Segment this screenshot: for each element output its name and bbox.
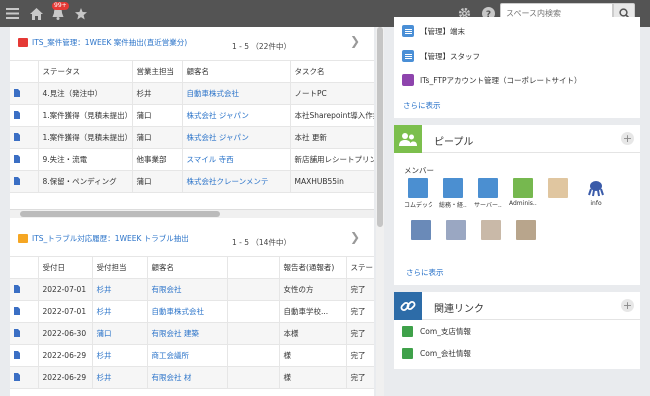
home-icon[interactable] — [26, 0, 46, 27]
table-row: 2022-06-29 杉井 有限会社 材 様 完了 — [10, 366, 374, 389]
app-item[interactable]: ITs_FTPアカウント管理（コーポレートサイト） — [402, 74, 582, 86]
table-header-row: ステータス 営業主担当 顧客名 タスク名 — [10, 60, 374, 83]
link-item-icon — [402, 326, 413, 337]
column-header[interactable]: 顧客名 — [182, 60, 291, 83]
links-title: 関連リンク — [434, 304, 484, 315]
main-content: ITS_案件管理：1WEEK 案件抽出(直近営業分) 1 - 5 （22件中） … — [10, 27, 374, 396]
app-icon — [402, 74, 414, 86]
avatar — [408, 178, 428, 198]
member[interactable] — [544, 178, 572, 200]
trouble-list-pager: 1 - 5 （14件中） — [232, 238, 291, 247]
people-header: ピープル + — [394, 125, 640, 153]
column-header[interactable]: 受付日 — [38, 256, 93, 279]
table-row: 9.失注・流電 他事業部 スマイル 寺西 新店舗用レシートプリンタ — [10, 148, 374, 171]
link-icon — [394, 292, 422, 320]
apps-panel: 【管理】端末 【管理】スタッフ ITs_FTPアカウント管理（コーポレートサイト… — [394, 17, 640, 118]
table-header-row: 受付日 受付担当 顧客名 報告者(通報者) ステー — [10, 256, 374, 279]
document-icon[interactable] — [14, 132, 20, 141]
vertical-scrollbar[interactable] — [376, 27, 384, 396]
app-icon — [18, 38, 28, 47]
show-more-link[interactable]: さらに表示 — [403, 100, 441, 111]
member[interactable]: コムデック — [404, 178, 432, 209]
member[interactable] — [442, 220, 470, 240]
document-icon[interactable] — [14, 372, 20, 381]
app-item[interactable]: 【管理】スタッフ — [402, 50, 480, 62]
related-link-item[interactable]: Com_支店情報 — [402, 326, 471, 337]
add-icon[interactable]: + — [621, 299, 634, 312]
document-icon[interactable] — [14, 154, 20, 163]
horizontal-scrollbar[interactable] — [10, 209, 374, 218]
case-list-table: ステータス 営業主担当 顧客名 タスク名 4.見注（発注中） 杉井 自動車株式会… — [10, 60, 374, 193]
avatar — [516, 220, 536, 240]
notification-badge: 99+ — [52, 2, 69, 10]
link-item-icon — [402, 348, 413, 359]
next-page-chevron-icon[interactable]: ❯ — [350, 230, 360, 244]
column-header[interactable]: 受付担当 — [92, 256, 148, 279]
list-icon — [402, 25, 414, 37]
scrollbar-thumb[interactable] — [20, 211, 220, 217]
avatar — [446, 220, 466, 240]
table-row: 4.見注（発注中） 杉井 自動車株式会社 ノートPC — [10, 82, 374, 105]
document-icon[interactable] — [14, 350, 20, 359]
table-row: 1.案件獲得（見積未提出） 蒲口 株式会社 ジャパン 本社 更新 — [10, 126, 374, 149]
member[interactable]: 総務・経... — [439, 178, 467, 209]
column-header[interactable]: ステータス — [38, 60, 133, 83]
trouble-list-table-wrap: 受付日 受付担当 顧客名 報告者(通報者) ステー 2022-07-01 杉井 … — [10, 256, 374, 396]
next-page-chevron-icon[interactable]: ❯ — [350, 34, 360, 48]
case-list-pager: 1 - 5 （22件中） — [232, 42, 291, 51]
table-row: 2022-06-29 杉井 商工会議所 様 完了 — [10, 344, 374, 367]
document-icon[interactable] — [14, 88, 20, 97]
column-header[interactable]: 営業主担当 — [132, 60, 183, 83]
people-title: ピープル — [434, 137, 474, 148]
document-icon[interactable] — [14, 328, 20, 337]
document-icon[interactable] — [14, 110, 20, 119]
show-more-link[interactable]: さらに表示 — [406, 267, 444, 278]
star-icon[interactable] — [72, 0, 90, 27]
avatar — [478, 178, 498, 198]
case-list-table-wrap: ステータス 営業主担当 顧客名 タスク名 4.見注（発注中） 杉井 自動車株式会… — [10, 60, 374, 193]
column-header[interactable]: ステー — [346, 256, 374, 279]
related-link-item[interactable]: Com_会社情報 — [402, 348, 471, 359]
member[interactable]: サーバー... — [474, 178, 502, 209]
avatar — [586, 178, 606, 198]
member[interactable] — [477, 220, 505, 240]
case-list-title[interactable]: ITS_案件管理：1WEEK 案件抽出(直近営業分) — [18, 37, 187, 48]
add-icon[interactable]: + — [621, 132, 634, 145]
column-header[interactable]: タスク名 — [290, 60, 374, 83]
table-row: 8.保留・ペンディング 蒲口 株式会社クレーンメンテ MAXHUB55in — [10, 170, 374, 193]
trouble-list-title[interactable]: ITS_トラブル対応履歴：1WEEK トラブル抽出 — [18, 233, 189, 244]
table-row: 2022-07-01 杉井 自動車株式会社 自動車学校... 完了 — [10, 300, 374, 323]
table-row: 2022-07-01 杉井 有限会社 女性の方 完了 — [10, 278, 374, 301]
table-row: 2022-06-30 蒲口 有限会社 建築 本様 完了 — [10, 322, 374, 345]
member[interactable] — [407, 220, 435, 240]
people-panel: ピープル + メンバー コムデック 総務・経... サーバー... Admini… — [394, 125, 640, 285]
members-label: メンバー — [404, 166, 434, 175]
document-icon[interactable] — [14, 306, 20, 315]
column-header[interactable]: 顧客名 — [147, 256, 228, 279]
column-header[interactable]: 報告者(通報者) — [279, 256, 347, 279]
app-item[interactable]: 【管理】端末 — [402, 25, 465, 37]
people-icon — [394, 125, 422, 153]
avatar — [443, 178, 463, 198]
scrollbar-thumb[interactable] — [377, 27, 383, 227]
links-header: 関連リンク + — [394, 292, 640, 320]
trouble-list-table: 受付日 受付担当 顧客名 報告者(通報者) ステー 2022-07-01 杉井 … — [10, 256, 374, 389]
avatar — [411, 220, 431, 240]
related-links-panel: 関連リンク + Com_支店情報 Com_会社情報 — [394, 292, 640, 369]
member[interactable]: Adminis... — [509, 178, 537, 207]
member[interactable] — [512, 220, 540, 240]
document-icon[interactable] — [14, 284, 20, 293]
member[interactable]: info — [582, 178, 610, 207]
avatar — [481, 220, 501, 240]
avatar — [548, 178, 568, 198]
app-icon — [18, 234, 28, 243]
table-row: 1.案件獲得（見積未提出） 蒲口 株式会社 ジャパン 本社Sharepoint導… — [10, 104, 374, 127]
menu-icon[interactable] — [0, 0, 24, 27]
document-icon[interactable] — [14, 176, 20, 185]
list-icon — [402, 50, 414, 62]
octopus-icon — [588, 181, 604, 197]
avatar — [513, 178, 533, 198]
